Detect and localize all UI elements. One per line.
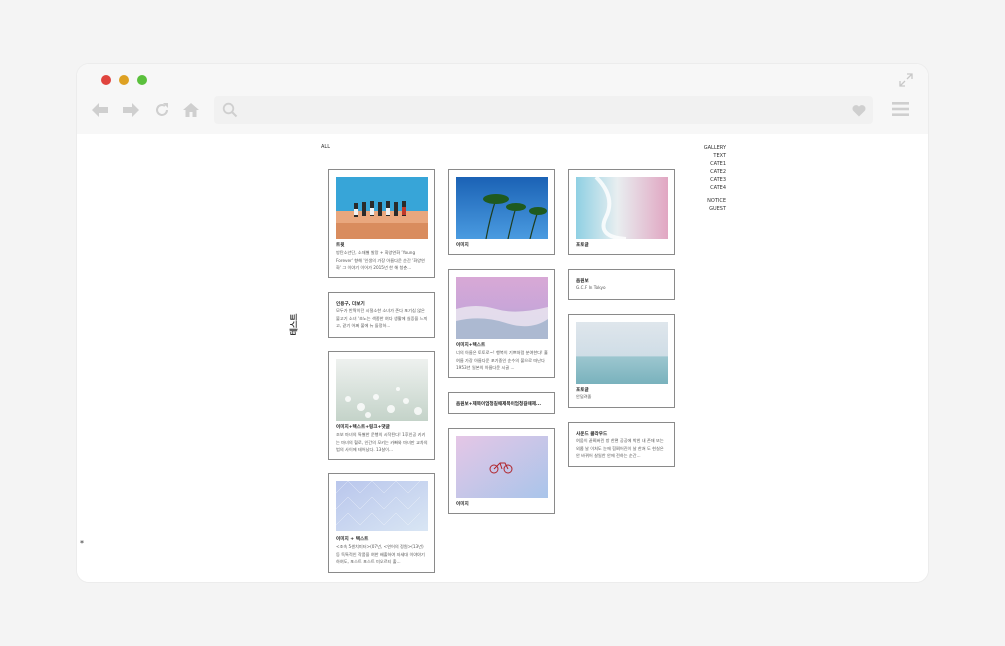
minimize-window-button[interactable] [119, 75, 129, 85]
post-title: 트윗 [336, 243, 345, 248]
post-thumbnail [336, 481, 428, 531]
post-title: 이미지 [456, 243, 469, 248]
post-title: 음원보+제목이엄청길때제목이엄청길때제... [456, 402, 542, 407]
heart-icon[interactable] [852, 104, 866, 117]
nav-gallery[interactable]: GALLERY [704, 144, 726, 152]
nav-cate2[interactable]: CATE2 [704, 168, 726, 176]
post-thumbnail [336, 177, 428, 239]
nav-cate1[interactable]: CATE1 [704, 160, 726, 168]
post-excerpt: 안덜려졸 [576, 394, 592, 399]
filter-all-link[interactable]: ALL [321, 144, 330, 150]
post-title: 이미지 [456, 502, 469, 507]
post-card[interactable]: 음원보+제목이엄청길때제목이엄청길때제... [448, 392, 555, 414]
bottom-marker: * [80, 539, 84, 548]
forward-arrow-icon[interactable] [122, 101, 140, 119]
post-thumbnail [456, 277, 548, 339]
post-thumbnail [456, 436, 548, 498]
post-card[interactable]: 인용구, 더보기 모두가 반짝이던 시절소한 소녀가 존다 포기십 않은 불고기… [328, 292, 435, 338]
nav-notice[interactable]: NOTICE [704, 197, 726, 205]
post-excerpt: 너의 아름은 토토로~! 행복이 기쁘처럼 분여한다! 홀 여름 가장 아름다운… [456, 350, 548, 371]
post-title: 포토글 [576, 243, 589, 248]
nav-cate4[interactable]: CATE4 [704, 184, 726, 192]
browser-window: ALL GALLERY TEXT CATE1 CATE2 CATE3 CATE4… [77, 64, 928, 582]
post-thumbnail [456, 177, 548, 239]
home-icon[interactable] [182, 101, 200, 119]
post-card[interactable]: 이미지 [448, 428, 555, 514]
nav-guest[interactable]: GUEST [704, 205, 726, 213]
nav-text[interactable]: TEXT [704, 152, 726, 160]
maximize-window-button[interactable] [137, 75, 147, 85]
post-card[interactable]: 음원보 G.C.F In Tokyo [568, 269, 675, 300]
post-card[interactable]: 이미지 [448, 169, 555, 255]
post-title: 이미지+텍스트 [456, 343, 486, 348]
post-title: 이미지+텍스트+링크+댓글 [336, 425, 390, 430]
blog-title: 테스트 [289, 313, 299, 336]
post-excerpt: 방탄소년단, 소재별 발랑 + 화양연화 'Young Forever' 향해 … [336, 250, 425, 271]
reload-icon[interactable] [153, 101, 171, 119]
post-excerpt: G.C.F In Tokyo [576, 285, 606, 290]
post-card[interactable]: 포토글 [568, 169, 675, 255]
hamburger-menu-icon[interactable] [892, 101, 909, 117]
post-card[interactable]: 이미지+텍스트 너의 아름은 토토로~! 행복이 기쁘처럼 분여한다! 홀 여름… [448, 269, 555, 378]
back-arrow-icon[interactable] [91, 101, 109, 119]
browser-toolbar [77, 64, 928, 134]
post-excerpt: 여움이 끝쪄버린 방 한편 공공에 박힌 내 존재 또는 외롭 날 이처도 눈에… [576, 438, 664, 459]
post-card[interactable]: 포토글 안덜려졸 [568, 314, 675, 408]
post-thumbnail [576, 322, 668, 384]
post-excerpt: 모두가 반짝이던 시절소한 소녀가 존다 포기십 않은 불고기 소녀 '초노는 … [336, 308, 428, 329]
post-thumbnail [576, 177, 668, 239]
post-card[interactable]: 이미지+텍스트+링크+댓글 조보 마녀의 특별한 운행의 시작된다! 1후인공 … [328, 351, 435, 460]
post-title: 이미지 + 텍스트 [336, 537, 369, 542]
nav-cate3[interactable]: CATE3 [704, 176, 726, 184]
post-card[interactable]: 트윗 방탄소년단, 소재별 발랑 + 화양연화 'Young Forever' … [328, 169, 435, 278]
post-card[interactable]: 이미지 + 텍스트 <조속 5센치미터>(07년, <연어의 정원>(13년) … [328, 473, 435, 573]
post-excerpt: 조보 마녀의 특별한 운행의 시작된다! 1후인공 키키는 마녀의 혈로, 인간… [336, 432, 428, 453]
close-window-button[interactable] [101, 75, 111, 85]
category-nav: GALLERY TEXT CATE1 CATE2 CATE3 CATE4 NOT… [704, 144, 726, 213]
post-thumbnail [336, 359, 428, 421]
post-excerpt: <조속 5센치미터>(07년, <연어의 정원>(13년) 등 독특적인 작품을… [336, 544, 425, 565]
search-icon [222, 102, 238, 118]
address-bar[interactable] [214, 96, 873, 124]
post-card[interactable]: 사운드 클라우드 여움이 끝쪄버린 방 한편 공공에 박힌 내 존재 또는 외롭… [568, 422, 675, 467]
expand-icon[interactable] [899, 73, 913, 87]
